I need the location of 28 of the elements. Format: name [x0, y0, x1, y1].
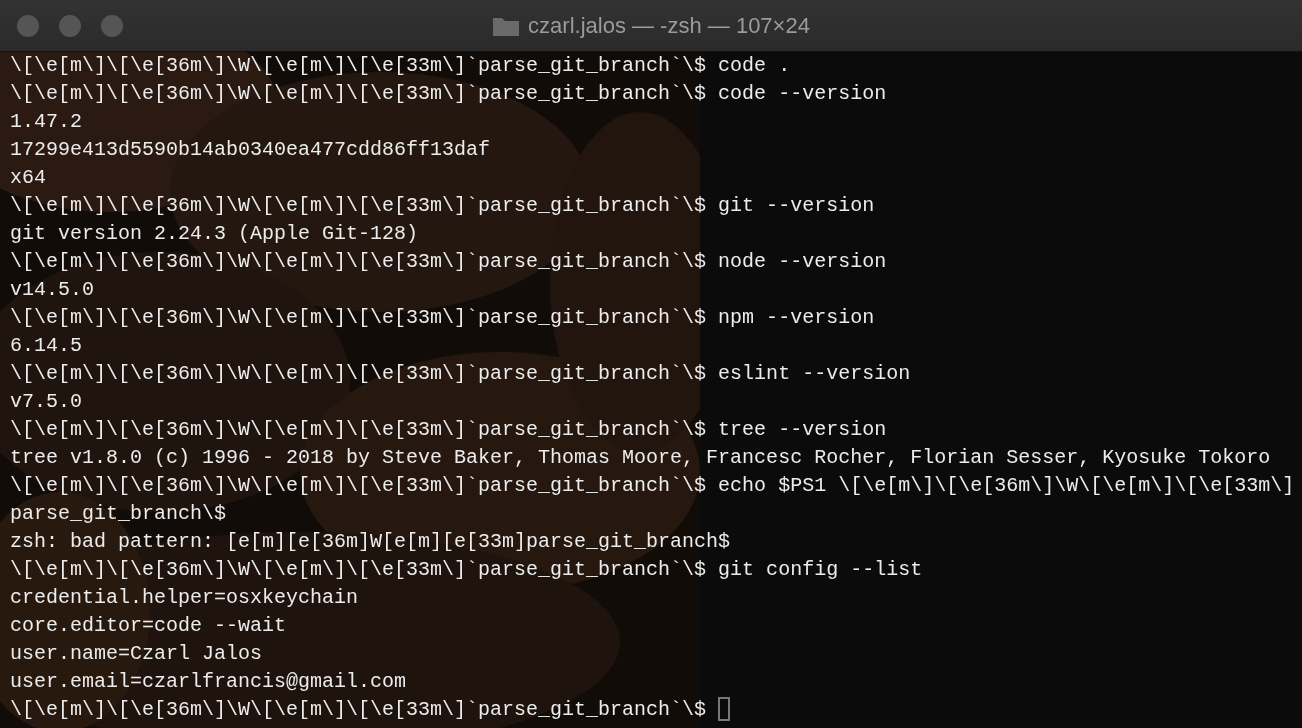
output-line: tree v1.8.0 (c) 1996 - 2018 by Steve Baker, Thomas Moore, Francesc Rocher, Florian Sesser, Kyosuke Tokoro — [10, 445, 1271, 471]
prompt-line: \[\e[m\]\[\e[36m\]\W\[\e[m\]\[\e[33m\]`parse_git_branch`\$ echo $PS1 \[\e[m\]\[\e[36m\]\W\[\e[m\]\[\e[33m\] — [10, 473, 1295, 499]
output-line: user.email=czarlfrancis@gmail.com — [10, 669, 407, 695]
output-line: x64 — [10, 165, 46, 191]
minimize-button[interactable] — [59, 14, 81, 37]
prompt-line: \[\e[m\]\[\e[36m\]\W\[\e[m\]\[\e[33m\]`parse_git_branch`\$ node --version — [10, 249, 887, 275]
close-button[interactable] — [17, 14, 39, 37]
prompt-line: \[\e[m\]\[\e[36m\]\W\[\e[m\]\[\e[33m\]`parse_git_branch`\$ tree --version — [10, 417, 887, 443]
window-title: czarl.jalos — -zsh — 107×24 — [528, 12, 810, 39]
output-line: core.editor=code --wait — [10, 613, 287, 639]
prompt-line: \[\e[m\]\[\e[36m\]\W\[\e[m\]\[\e[33m\]`parse_git_branch`\$ code --version — [10, 81, 887, 107]
zoom-button[interactable] — [101, 14, 123, 37]
output-line: user.name=Czarl Jalos — [10, 641, 263, 667]
prompt-line: \[\e[m\]\[\e[36m\]\W\[\e[m\]\[\e[33m\]`parse_git_branch`\$ eslint --version — [10, 361, 911, 387]
prompt-line: \[\e[m\]\[\e[36m\]\W\[\e[m\]\[\e[33m\]`parse_git_branch`\$ git --version — [10, 193, 875, 219]
output-line: 6.14.5 — [10, 333, 82, 359]
output-line: 1.47.2 — [10, 109, 82, 135]
output-line: credential.helper=osxkeychain — [10, 585, 359, 611]
output-line: 17299e413d5590b14ab0340ea477cdd86ff13daf — [10, 137, 491, 163]
prompt-line: \[\e[m\]\[\e[36m\]\W\[\e[m\]\[\e[33m\]`parse_git_branch`\$ — [10, 696, 731, 724]
output-line: v14.5.0 — [10, 277, 94, 303]
output-line: parse_git_branch\$ — [10, 501, 227, 527]
output-line: git version 2.24.3 (Apple Git-128) — [10, 221, 419, 247]
output-line: zsh: bad pattern: [e[m][e[36m]W[e[m][e[33m]parse_git_branch$ — [10, 529, 731, 555]
prompt-line: \[\e[m\]\[\e[36m\]\W\[\e[m\]\[\e[33m\]`parse_git_branch`\$ code . — [10, 53, 791, 79]
prompt-line: \[\e[m\]\[\e[36m\]\W\[\e[m\]\[\e[33m\]`parse_git_branch`\$ git config --list — [10, 557, 923, 583]
prompt-line: \[\e[m\]\[\e[36m\]\W\[\e[m\]\[\e[33m\]`parse_git_branch`\$ npm --version — [10, 305, 875, 331]
output-line: v7.5.0 — [10, 389, 82, 415]
